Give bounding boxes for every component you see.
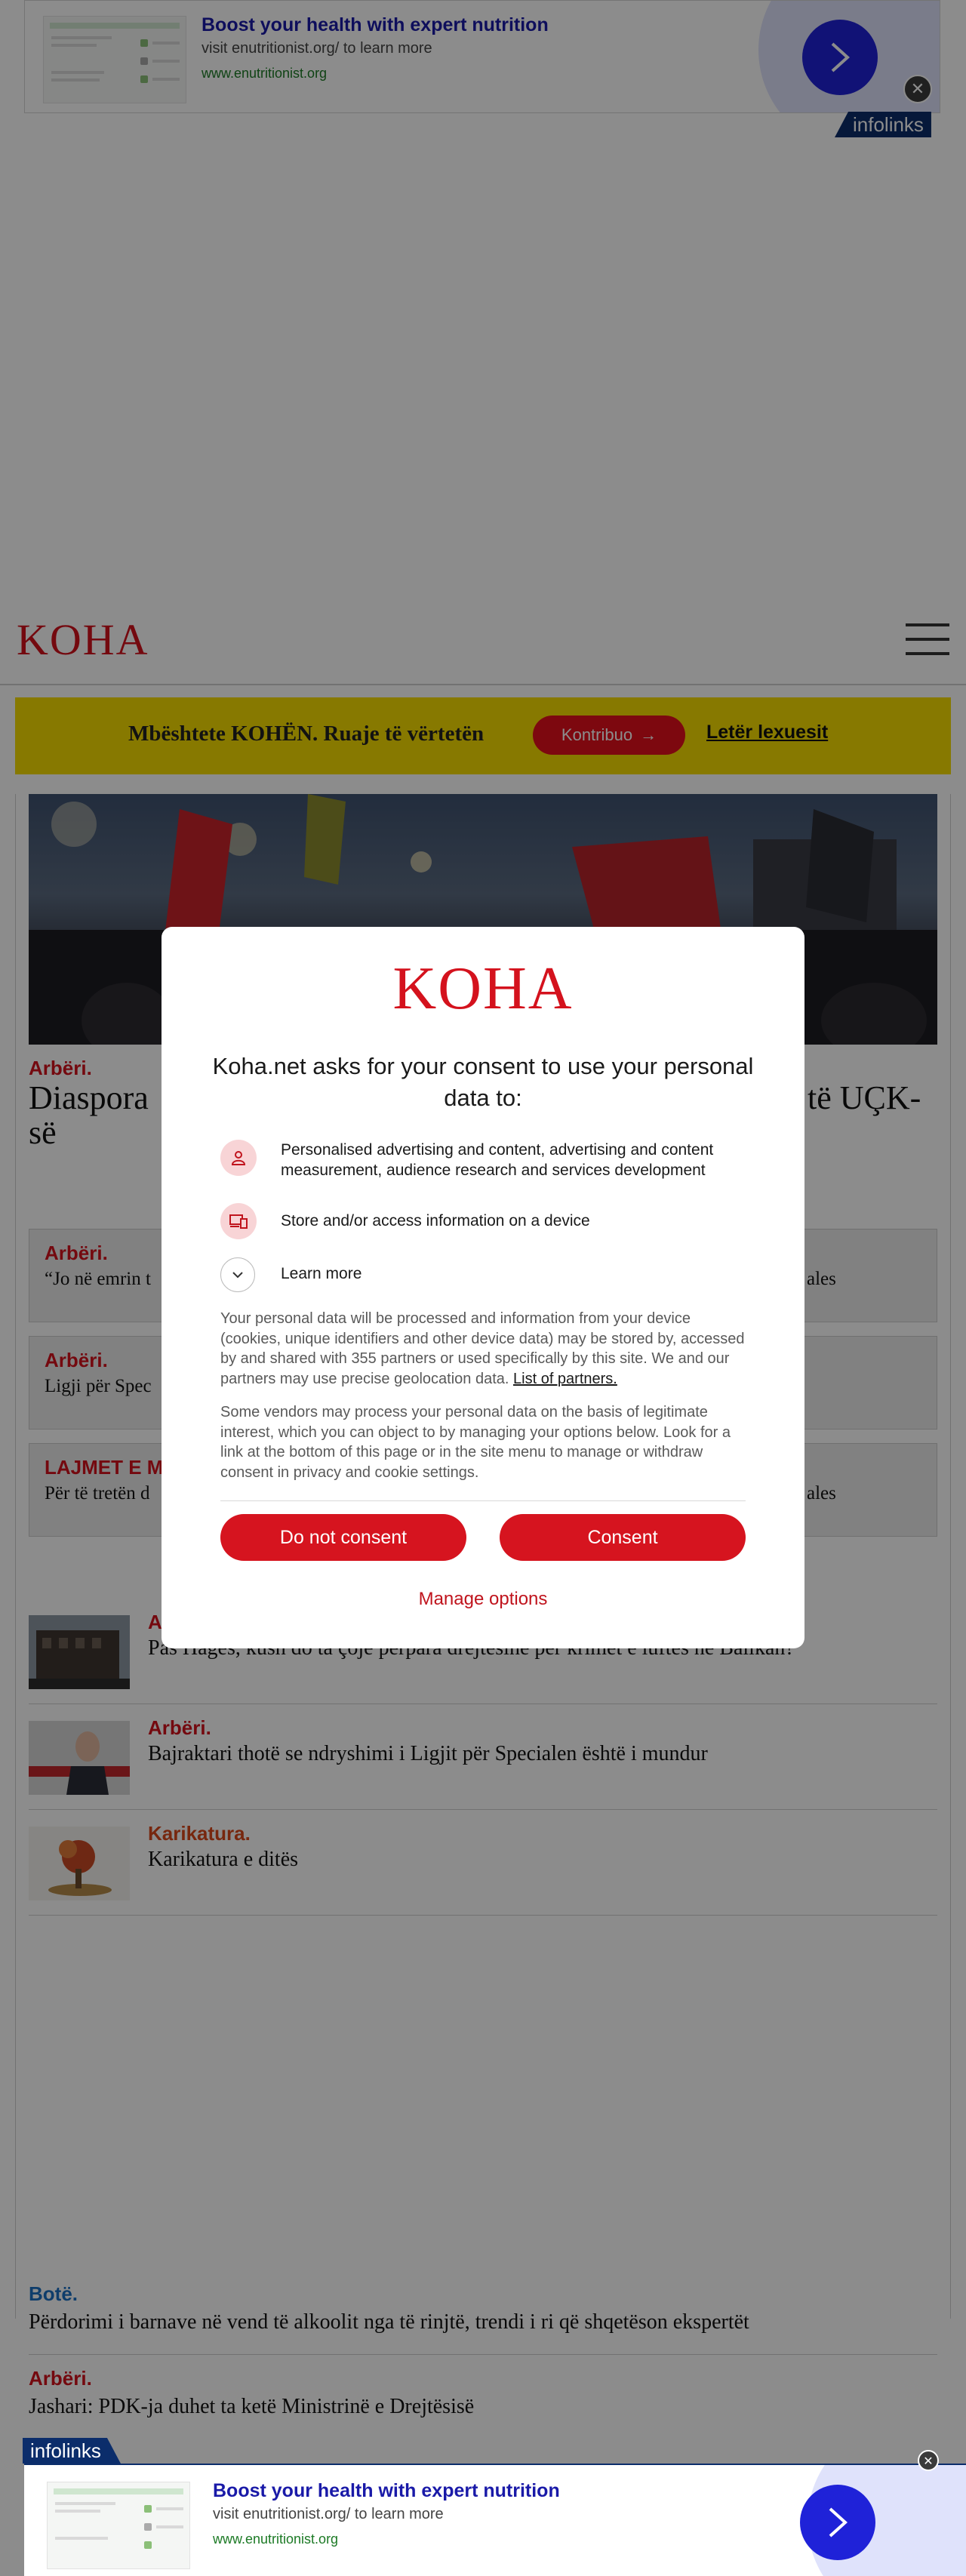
ad-thumbnail xyxy=(47,2482,190,2569)
consent-dialog: KOHA Koha.net asks for your consent to u… xyxy=(162,927,804,1648)
consent-logo: KOHA xyxy=(392,956,574,1022)
consent-heading: Koha.net asks for your consent to use yo… xyxy=(212,1053,754,1111)
manage-options-link[interactable]: Manage options xyxy=(162,1589,804,1610)
ad-close-icon[interactable]: ✕ xyxy=(918,2450,939,2471)
learn-more-toggle[interactable]: Learn more xyxy=(281,1265,361,1283)
infolinks-label[interactable]: infolinks xyxy=(23,2438,121,2464)
ad-subtitle[interactable]: visit enutritionist.org/ to learn more xyxy=(213,2506,444,2523)
ad-arrow-button[interactable] xyxy=(800,2485,875,2560)
consent-divider xyxy=(220,1500,746,1501)
ad-url[interactable]: www.enutritionist.org xyxy=(213,2531,338,2547)
consent-info-paragraph: Your personal data will be processed and… xyxy=(220,1309,749,1389)
partners-link[interactable]: List of partners. xyxy=(513,1371,617,1387)
consent-purpose-text: Store and/or access information on a dev… xyxy=(281,1212,590,1230)
person-icon xyxy=(220,1140,257,1176)
consent-purpose-text: Personalised advertising and content, ad… xyxy=(281,1141,714,1179)
bottom-ad-banner[interactable]: Boost your health with expert nutrition … xyxy=(24,2464,966,2576)
chevron-right-icon xyxy=(829,2507,848,2538)
ad-title[interactable]: Boost your health with expert nutrition xyxy=(213,2480,560,2502)
do-not-consent-button[interactable]: Do not consent xyxy=(220,1514,466,1561)
consent-legitimate-interest-paragraph: Some vendors may process your personal d… xyxy=(220,1404,731,1481)
consent-button[interactable]: Consent xyxy=(500,1514,746,1561)
consent-info-text: Your personal data will be processed and… xyxy=(220,1310,745,1387)
chevron-down-icon[interactable] xyxy=(220,1257,255,1292)
devices-icon xyxy=(220,1203,257,1239)
